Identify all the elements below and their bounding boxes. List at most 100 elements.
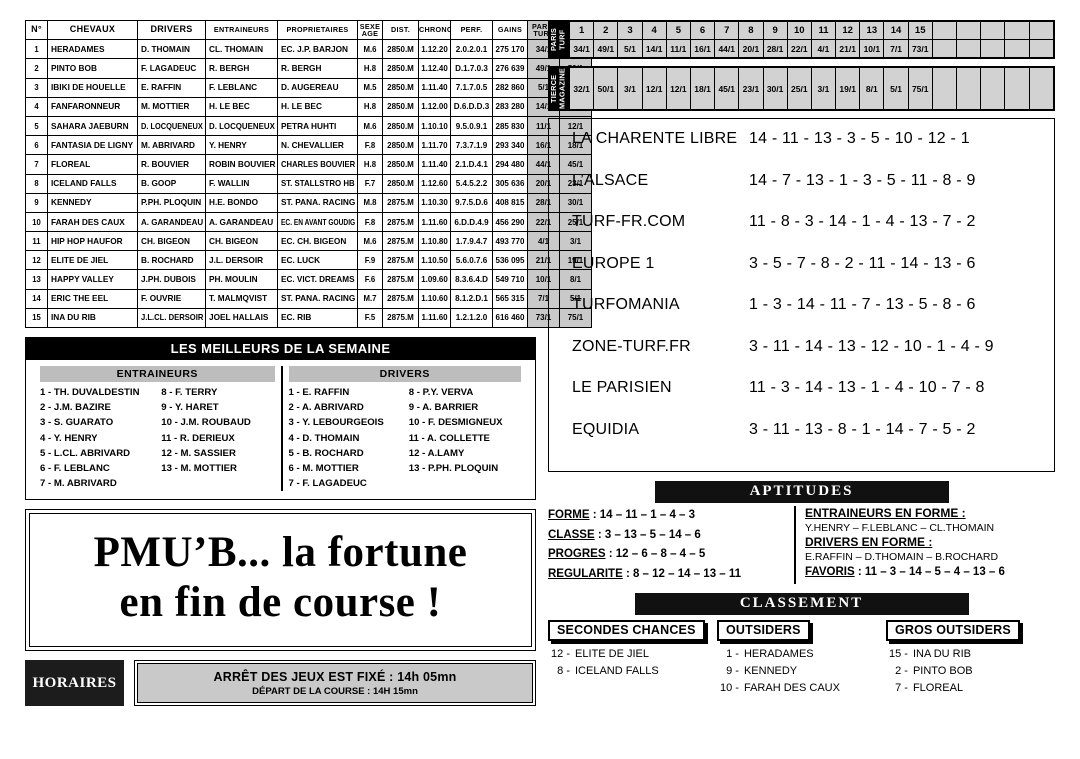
cell-sexe-age: F.9	[357, 250, 383, 271]
cell-cheval: PINTO BOB	[47, 58, 138, 79]
best-of-week-title: LES MEILLEURS DE LA SEMAINE	[26, 338, 535, 360]
cell-proprietaire: R. BERGH	[277, 58, 358, 79]
tierce-magazine-odd-10: 25/1	[787, 68, 811, 110]
cell-entraineur: CL. THOMAIN	[205, 39, 278, 60]
list-item: 9 - Y. HARET	[161, 402, 219, 414]
best-of-week-panel: LES MEILLEURS DE LA SEMAINE ENTRAINEURS …	[25, 337, 536, 501]
paris-turf-odd-19	[1005, 40, 1029, 57]
media-pronostic-row: TURFOMANIA 1 - 3 - 14 - 11 - 7 - 13 - 5 -…	[549, 296, 1054, 338]
table-row[interactable]: 13 HAPPY VALLEY J.PH. DUBOIS PH. MOULIN EC. …	[25, 269, 592, 290]
cell-dist: 2875.M	[382, 288, 419, 309]
paris-turf-number-1: 1	[570, 22, 594, 39]
media-picks: 3 - 5 - 7 - 8 - 2 - 11 - 14 - 13 - 6	[749, 254, 976, 272]
cell-entraineur: H. LE BEC	[205, 96, 278, 117]
table-row[interactable]: 4 FANFARONNEUR M. MOTTIER H. LE BEC H. LE BE…	[25, 96, 592, 117]
table-row[interactable]: 6 FANTASIA DE LIGNY M. ABRIVARD Y. HENRY N. …	[25, 135, 592, 156]
tierce-magazine-odd-17	[957, 68, 981, 110]
cell-driver: B. ROCHARD	[137, 250, 206, 271]
list-item: 12 - ELITE DE JIEL	[548, 646, 705, 663]
cell-perf: D.6.D.D.3	[450, 96, 493, 117]
list-item: 15 - INA DU RIB	[886, 646, 1043, 663]
horse-name: FLOREAL	[912, 682, 964, 695]
horse-number: 15 -	[888, 648, 908, 661]
horse-name: FARAH DES CAUX	[743, 682, 840, 695]
cell-driver: P.PH. PLOQUIN	[137, 192, 206, 213]
list-item: 7 - F. LAGADEUC	[288, 478, 367, 490]
aptitudes-title: APTITUDES	[654, 481, 949, 504]
paris-turf-number-3: 3	[618, 22, 642, 39]
tierce-magazine-odd-12: 19/1	[836, 68, 860, 110]
cell-sexe-age: H.8	[357, 154, 383, 175]
col-header-proprietaires: PROPRIETAIRES	[277, 19, 358, 41]
aptitude-label: PROGRES	[548, 548, 606, 561]
aptitude-values: : 8 – 12 – 14 – 13 – 11	[622, 567, 742, 580]
tierce-magazine-odd-8: 23/1	[739, 68, 763, 110]
tierce-magazine-rotated-label: TIERCE MAGAZINE	[549, 68, 569, 110]
cell-gains: 536 095	[492, 250, 528, 271]
cell-cheval: ICELAND FALLS	[47, 173, 138, 194]
col-header-chevaux: CHEVAUX	[47, 19, 138, 41]
horse-name: KENNEDY	[743, 665, 798, 678]
table-row[interactable]: 10 FARAH DES CAUX A. GARANDEAU A. GARANDEAU…	[25, 211, 592, 233]
col-header-perf: PERF.	[450, 19, 493, 41]
table-row[interactable]: 7 FLOREAL R. BOUVIER ROBIN BOUVIER CHARLES B…	[25, 154, 592, 175]
classement-list: 15 - INA DU RIB 2 - PINTO BOB 7 - FLOREAL	[886, 646, 1043, 697]
cell-chrono: 1.11.40	[418, 154, 451, 175]
cell-entraineur: T. MALMQVIST	[205, 288, 278, 309]
media-picks: 11 - 8 - 3 - 14 - 1 - 4 - 13 - 7 - 2	[749, 213, 976, 231]
media-picks: 14 - 7 - 13 - 1 - 3 - 5 - 11 - 8 - 9	[749, 171, 976, 189]
col-header-sexe-age: SEXE AGE	[357, 19, 383, 41]
table-row[interactable]: 2 PINTO BOB F. LAGADEUC R. BERGH R. BERGH H.8…	[25, 58, 592, 79]
cell-gains: 294 480	[492, 154, 528, 175]
cell-driver: J.L.CL. DERSOIR	[137, 307, 206, 329]
paris-turf-number-7: 7	[715, 22, 739, 39]
cell-dist: 2850.M	[382, 58, 419, 79]
cell-perf: 1.7.9.4.7	[450, 231, 493, 252]
cell-driver: M. MOTTIER	[137, 96, 206, 117]
cell-numero: 15	[25, 307, 48, 329]
best-drivers-column: DRIVERS 1 - E. RAFFIN 2 - A. ABRIVARD 3 - …	[280, 366, 528, 492]
horaires-label: HORAIRES	[25, 660, 124, 707]
favoris-label: FAVORIS	[805, 566, 855, 579]
cell-gains: 283 280	[492, 96, 528, 117]
classement-column-header: OUTSIDERS	[716, 620, 810, 642]
cell-perf: D.1.7.0.3	[450, 58, 493, 79]
cell-gains: 616 460	[492, 307, 528, 329]
horse-name: HERADAMES	[743, 648, 814, 661]
cell-proprietaire: PETRA HUHTI	[277, 115, 358, 137]
cell-cheval: KENNEDY	[47, 192, 138, 213]
list-item: 1 - TH. DUVALDESTIN	[40, 387, 140, 398]
tierce-magazine-odd-5: 12/1	[666, 68, 690, 110]
paris-turf-odd-8: 20/1	[739, 40, 763, 57]
cell-driver: F. LAGADEUC	[137, 58, 206, 79]
paris-turf-odd-11: 4/1	[811, 40, 836, 57]
table-row[interactable]: 1 HERADAMES D. THOMAIN CL. THOMAIN EC. J.P. …	[25, 39, 592, 60]
table-row[interactable]: 14 ERIC THE EEL F. OUVRIE T. MALMQVIST ST. P…	[25, 288, 592, 309]
tierce-magazine-odd-2: 50/1	[594, 68, 618, 110]
media-pronostic-row: LE PARISIEN 11 - 3 - 14 - 13 - 1 - 4 - 10…	[549, 379, 1054, 421]
cell-chrono: 1.11.60	[418, 307, 451, 329]
table-row[interactable]: 15 INA DU RIB J.L.CL. DERSOIR JOEL HALLAIS E…	[25, 307, 592, 329]
table-row[interactable]: 12 ELITE DE JIEL B. ROCHARD J.L. DERSOIR EC.…	[25, 250, 592, 271]
aptitude-values: : 14 – 11 – 1 – 4 – 3	[589, 509, 696, 522]
list-item: 9 - KENNEDY	[717, 663, 874, 680]
cell-dist: 2875.M	[382, 269, 419, 290]
table-row[interactable]: 11 HIP HOP HAUFOR CH. BIGEON CH. BIGEON EC. …	[25, 231, 592, 252]
tierce-magazine-odd-11: 3/1	[811, 68, 836, 110]
cell-proprietaire: ST. PANA. RACING	[277, 288, 358, 309]
horse-name: ELITE DE JIEL	[575, 648, 649, 661]
cell-driver: F. OUVRIE	[137, 288, 206, 309]
table-row[interactable]: 9 KENNEDY P.PH. PLOQUIN H.E. BONDO ST. PANA.…	[25, 192, 592, 213]
paris-turf-number-10: 10	[787, 22, 811, 39]
cell-cheval: INA DU RIB	[47, 307, 138, 329]
cell-chrono: 1.12.00	[418, 96, 451, 117]
tierce-magazine-odd-15: 75/1	[908, 68, 932, 110]
cell-sexe-age: M.6	[357, 115, 383, 137]
table-row[interactable]: 5 SAHARA JAEBURN D. LOCQUENEUX D. LOCQUENEU…	[25, 115, 592, 137]
cell-perf: 9.7.5.D.6	[450, 192, 493, 213]
favoris-row: FAVORIS : 11 – 3 – 14 – 5 – 4 – 13 – 6	[805, 564, 1055, 580]
list-item: 13 - M. MOTTIER	[161, 463, 237, 475]
list-item: 6 - M. MOTTIER	[288, 463, 359, 475]
table-row[interactable]: 3 IBIKI DE HOUELLE E. RAFFIN F. LEBLANC D. A…	[25, 77, 592, 98]
table-row[interactable]: 8 ICELAND FALLS B. GOOP F. WALLIN ST. STALLS…	[25, 173, 592, 194]
